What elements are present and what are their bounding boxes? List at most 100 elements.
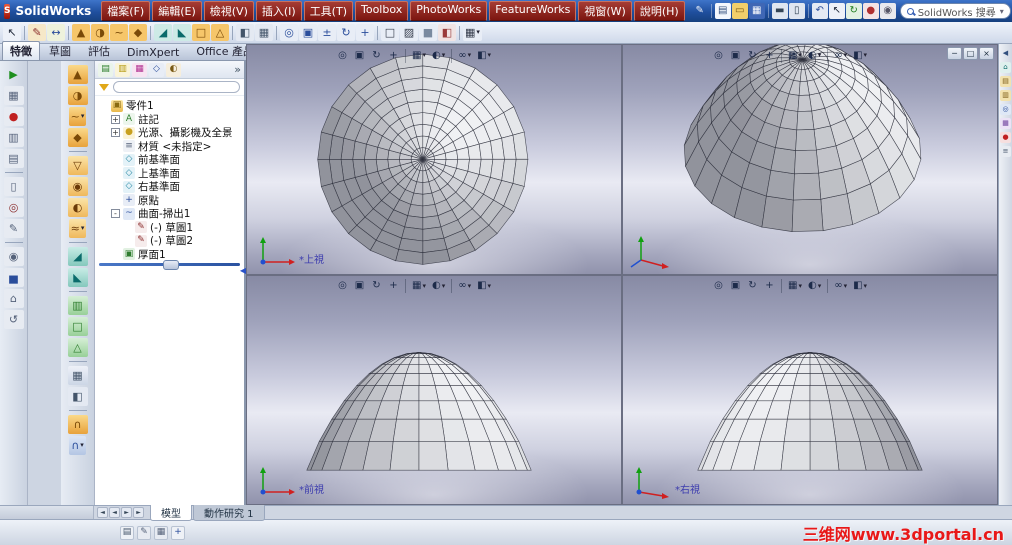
- sketch-icon[interactable]: ✎: [28, 24, 46, 41]
- dome-icon[interactable]: ∩ ▾: [69, 436, 86, 455]
- display-style-dropdown-icon[interactable]: ▾: [442, 52, 446, 59]
- filter-input[interactable]: [113, 81, 240, 93]
- linear-pattern-icon[interactable]: ▦: [255, 24, 273, 41]
- hide-show-items-dropdown-icon[interactable]: ▾: [844, 282, 848, 290]
- pan-icon[interactable]: +: [386, 279, 401, 294]
- hole-wizard-icon[interactable]: ◉: [67, 177, 88, 196]
- pan-icon[interactable]: +: [762, 48, 777, 63]
- swept-boss-icon[interactable]: ~ ▾: [68, 107, 87, 126]
- menu-help[interactable]: 說明(H): [633, 1, 685, 21]
- rebuild-icon[interactable]: ↻: [845, 3, 862, 19]
- rotate-view-icon[interactable]: ↻: [369, 48, 384, 63]
- more-tabs-icon[interactable]: »: [234, 63, 241, 76]
- file-explorer-icon[interactable]: ▥: [1000, 90, 1011, 101]
- view-orientation-icon[interactable]: ▦ ▾: [410, 279, 428, 294]
- loft-icon[interactable]: ◆: [129, 24, 147, 41]
- view-orientation-dropdown-icon[interactable]: ▾: [798, 52, 802, 59]
- zoom-area-icon[interactable]: ▣: [299, 24, 317, 41]
- film-icon[interactable]: ▤: [3, 149, 24, 168]
- custom-properties-icon[interactable]: ≡: [1000, 146, 1011, 157]
- rotate-view-icon[interactable]: ↻: [745, 48, 760, 63]
- quill-icon[interactable]: ✎: [692, 3, 708, 19]
- rotate-view-icon[interactable]: ↻: [337, 24, 355, 41]
- tree-item-part[interactable]: ▣ 零件1: [97, 99, 242, 113]
- boss-extrude-icon[interactable]: ▲: [67, 65, 88, 84]
- shell-icon[interactable]: □: [192, 24, 210, 41]
- mirror-feature-icon[interactable]: ◧: [67, 387, 88, 406]
- print-icon[interactable]: ▬: [771, 3, 788, 19]
- configurationmanager-icon[interactable]: ▦: [132, 62, 147, 77]
- wrap-icon[interactable]: ∩: [67, 415, 88, 434]
- search-input[interactable]: SolidWorks 搜尋: [918, 4, 996, 19]
- menu-file[interactable]: 檔案(F): [101, 1, 151, 21]
- hide-show-items-dropdown-icon[interactable]: ▾: [844, 52, 848, 59]
- clipboard-icon[interactable]: ▯: [3, 177, 24, 196]
- zoom-fit-icon[interactable]: ◎: [335, 279, 350, 294]
- last-tab-icon[interactable]: ►: [133, 507, 144, 518]
- extruded-cut-icon[interactable]: ▽: [67, 156, 88, 175]
- viewport-canvas[interactable]: [247, 45, 621, 274]
- display-style-dropdown-icon[interactable]: ▾: [818, 282, 822, 290]
- gear-icon[interactable]: ◉: [3, 247, 24, 266]
- tree-item-lights-cameras-scene[interactable]: + ● 光源、攝影機及全景: [97, 126, 242, 140]
- wireframe-icon[interactable]: □: [381, 24, 399, 41]
- viewport-front-view[interactable]: ◎ ▣ ↻ + ▦ ▾ ◐ ▾ ∞ ▾ ◧ ▾ *前視: [247, 275, 621, 504]
- close-button[interactable]: ×: [979, 47, 994, 60]
- rotate-view-icon[interactable]: ↻: [369, 279, 384, 294]
- loop-icon[interactable]: ↺: [3, 310, 24, 329]
- display-style-icon[interactable]: ◐ ▾: [430, 48, 447, 63]
- select-arrow-icon[interactable]: ↖: [3, 24, 21, 41]
- tree-item-annotations[interactable]: + A 註記: [97, 113, 242, 127]
- expand-icon[interactable]: +: [111, 114, 120, 124]
- undo-icon[interactable]: ↶: [811, 3, 828, 19]
- viewport-top-view[interactable]: ◎ ▣ ↻ + ▦ ▾ ◐ ▾ ∞ ▾ ◧ ▾ *上視: [247, 45, 621, 274]
- new-icon[interactable]: ▤: [714, 3, 731, 19]
- sweep-icon[interactable]: ~: [110, 24, 128, 41]
- section-view-icon[interactable]: ◧: [438, 24, 456, 41]
- section-view-icon[interactable]: ◧ ▾: [475, 279, 493, 294]
- search-icon[interactable]: ◎: [1000, 104, 1011, 115]
- dimxpertmanager-icon[interactable]: ◇: [149, 62, 164, 77]
- extrude-boss-icon[interactable]: ▲: [72, 24, 90, 41]
- fillet-icon[interactable]: ◢: [154, 24, 172, 41]
- hide-show-items-dropdown-icon[interactable]: ▾: [468, 282, 472, 290]
- displaymanager-icon[interactable]: ◐: [166, 62, 181, 77]
- rollback-bar[interactable]: [99, 260, 240, 270]
- design-library-icon[interactable]: ▤: [1000, 76, 1011, 87]
- tab-dimxpert[interactable]: DimXpert: [119, 44, 187, 60]
- linear-pattern-feature-icon[interactable]: ▦: [67, 366, 88, 385]
- swept-boss-dropdown-icon[interactable]: ▾: [81, 113, 85, 120]
- pen-icon[interactable]: ✎: [3, 219, 24, 238]
- menu-view[interactable]: 檢視(V): [203, 1, 254, 21]
- view-orientation-icon[interactable]: ▦ ▾: [786, 279, 804, 294]
- collapse-icon[interactable]: -: [111, 209, 120, 219]
- minimize-button[interactable]: ─: [947, 47, 962, 60]
- lofted-boss-icon[interactable]: ◆: [67, 128, 88, 147]
- smart-dimension-icon[interactable]: ↔: [47, 24, 65, 41]
- axis-icon[interactable]: +: [171, 525, 185, 540]
- hide-show-items-icon[interactable]: ∞ ▾: [456, 279, 473, 294]
- viewport-canvas[interactable]: [623, 45, 997, 274]
- tab-sketch[interactable]: 草圖: [41, 41, 79, 60]
- view-palette-icon[interactable]: ▦: [1000, 118, 1011, 129]
- revolved-boss-icon[interactable]: ◑: [67, 86, 88, 105]
- view-orientation-dropdown-icon[interactable]: ▾: [422, 282, 426, 290]
- pan-icon[interactable]: +: [356, 24, 374, 41]
- zoom-area-icon[interactable]: ▣: [352, 48, 367, 63]
- revolved-cut-icon[interactable]: ◐: [67, 198, 88, 217]
- fillet-feature-icon[interactable]: ◢: [67, 247, 88, 266]
- display-style-icon[interactable]: ◐ ▾: [430, 279, 447, 294]
- section-view-dropdown-icon[interactable]: ▾: [488, 52, 492, 59]
- search-dropdown-icon[interactable]: ▾: [1000, 7, 1004, 16]
- section-view-icon[interactable]: ◧ ▾: [475, 48, 493, 63]
- view-orientation-dropdown-icon[interactable]: ▾: [798, 282, 802, 290]
- options-icon[interactable]: ◉: [879, 3, 896, 19]
- tab-model[interactable]: 模型: [150, 504, 192, 521]
- panel-icon[interactable]: ▥: [3, 128, 24, 147]
- tab-motion-study-1[interactable]: 動作研究 1: [193, 504, 265, 521]
- shaded-icon[interactable]: ■: [419, 24, 437, 41]
- print-preview-icon[interactable]: ▯: [788, 3, 805, 19]
- section-view-icon[interactable]: ◧ ▾: [851, 48, 869, 63]
- view-orientation-icon[interactable]: ▦ ▾: [463, 24, 482, 41]
- hide-show-items-icon[interactable]: ∞ ▾: [832, 48, 849, 63]
